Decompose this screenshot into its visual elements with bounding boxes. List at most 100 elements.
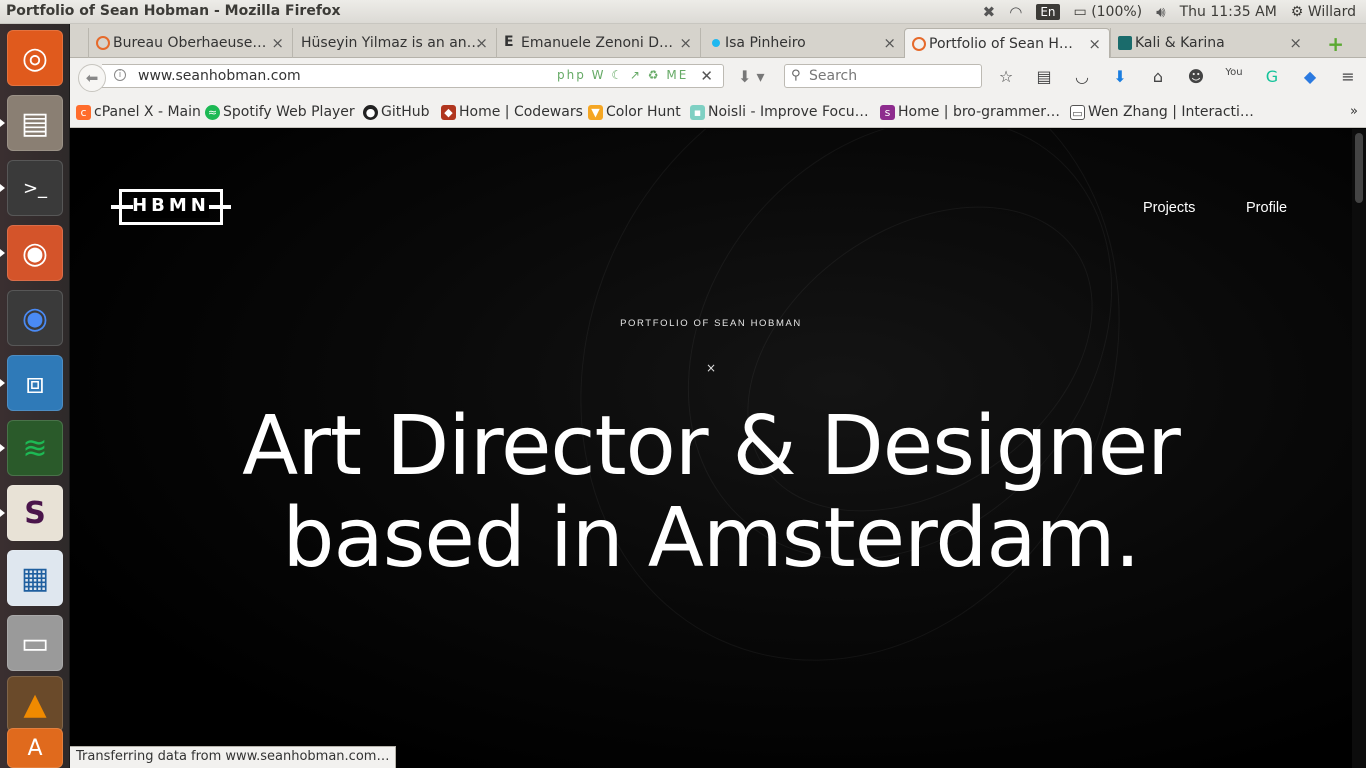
vlc-icon[interactable]: ▲ xyxy=(7,676,63,732)
bookmark-github[interactable]: ● GitHub xyxy=(363,104,430,120)
bookmark-spotify[interactable]: ≈ Spotify Web Player xyxy=(205,104,355,120)
nav-projects[interactable]: Projects xyxy=(1143,200,1195,216)
window-title: Portfolio of Sean Hobman - Mozilla Firef… xyxy=(6,3,341,19)
spotify-icon[interactable]: ≋ xyxy=(7,420,63,476)
github-icon: ● xyxy=(363,104,378,120)
tab-portfolio-active[interactable]: Portfolio of Sean H… × xyxy=(904,28,1110,59)
close-icon[interactable]: × xyxy=(883,34,896,52)
running-indicator xyxy=(0,249,5,257)
impress-icon[interactable]: ▦ xyxy=(7,550,63,606)
running-indicator xyxy=(0,184,5,192)
bookmark-codewars[interactable]: ◆ Home | Codewars xyxy=(441,104,583,120)
volume-icon[interactable]: 🔊︎ xyxy=(1156,3,1165,21)
firefox-icon[interactable]: ◉ xyxy=(7,225,63,281)
tab-isa[interactable]: Isa Pinheiro × xyxy=(700,28,904,58)
url-text[interactable]: www.seanhobman.com xyxy=(138,68,301,84)
home-icon[interactable]: ⌂ xyxy=(1148,67,1168,86)
terminal-icon[interactable]: >_ xyxy=(7,160,63,216)
url-bar[interactable]: i www.seanhobman.com php W ☾ ↗ ♻ ME ✕ xyxy=(102,64,724,88)
calendar-icon: ▭ xyxy=(1070,104,1085,120)
search-placeholder: Search xyxy=(809,68,858,84)
new-tab-plus-icon[interactable]: + xyxy=(1327,32,1344,56)
status-bar: Transferring data from www.seanhobman.co… xyxy=(70,746,397,768)
bookmark-label: Wen Zhang | Interacti… xyxy=(1088,104,1254,120)
close-icon[interactable]: × xyxy=(271,34,284,52)
bookmark-noisli[interactable]: ▪ Noisli - Improve Focu… xyxy=(690,104,869,120)
headline-line-2: based in Amsterdam. xyxy=(282,491,1140,586)
loading-icon xyxy=(912,37,926,51)
files-icon[interactable]: ▤ xyxy=(7,95,63,151)
download-arrow-icon[interactable]: ⬇ ▾ xyxy=(738,67,765,86)
extension-icon[interactable]: ◆ xyxy=(1300,67,1320,86)
battery-indicator[interactable]: ▭ (100%) xyxy=(1074,4,1143,20)
grammarly-icon[interactable]: G xyxy=(1262,67,1282,86)
spotify-icon: ≈ xyxy=(205,104,220,120)
tab-emanuele[interactable]: E Emanuele Zenoni D… × xyxy=(496,28,700,58)
close-icon[interactable]: × xyxy=(679,34,692,52)
nav-profile[interactable]: Profile xyxy=(1246,200,1287,216)
stop-icon[interactable]: ✕ xyxy=(700,67,713,85)
running-indicator xyxy=(0,509,5,517)
user-menu[interactable]: ⚙ Willard xyxy=(1291,4,1356,20)
tab-favicon xyxy=(96,36,110,50)
page-scrollbar[interactable] xyxy=(1352,129,1366,768)
close-icon[interactable]: × xyxy=(475,34,488,52)
menu-icon[interactable]: ≡ xyxy=(1338,67,1358,86)
tab-title: Emanuele Zenoni D… xyxy=(521,35,674,51)
chat-icon[interactable]: ☻ xyxy=(1186,67,1206,86)
pocket-icon[interactable]: ◡ xyxy=(1072,67,1092,86)
search-box[interactable]: ⚲ Search xyxy=(784,64,982,88)
battery-level: (100%) xyxy=(1091,4,1143,20)
codewars-icon: ◆ xyxy=(441,104,456,120)
tab-title: Hüseyin Yilmaz is an an… xyxy=(301,35,481,51)
clock[interactable]: Thu 11:35 AM xyxy=(1180,4,1277,20)
slack-icon[interactable]: S xyxy=(7,485,63,541)
back-button[interactable]: ⬅ xyxy=(78,64,106,92)
brackets-icon[interactable]: ⧈ xyxy=(7,355,63,411)
disks-icon[interactable]: ▭ xyxy=(7,615,63,671)
user-name: Willard xyxy=(1307,4,1356,20)
noisli-icon: ▪ xyxy=(690,104,705,120)
info-icon[interactable]: i xyxy=(114,69,126,81)
network-off-icon[interactable]: ✖ xyxy=(983,3,996,21)
site-logo[interactable]: HBMN xyxy=(111,189,231,225)
tab-title: Kali & Karina xyxy=(1135,35,1225,51)
search-icon: ⚲ xyxy=(791,68,801,83)
navigation-toolbar: i www.seanhobman.com php W ☾ ↗ ♻ ME ✕ ⬅ … xyxy=(70,58,1366,96)
bro-grammer-icon: s xyxy=(880,104,895,120)
bookmark-star-icon[interactable]: ☆ xyxy=(996,67,1016,86)
system-top-panel: Portfolio of Sean Hobman - Mozilla Firef… xyxy=(0,0,1366,24)
bookmark-cpanel[interactable]: c cPanel X - Main xyxy=(76,104,201,120)
reading-list-icon[interactable]: ▤ xyxy=(1034,67,1054,86)
youtube-icon[interactable]: You xyxy=(1224,67,1244,86)
bookmark-bro-grammer[interactable]: s Home | bro-grammer… xyxy=(880,104,1060,120)
dot-icon xyxy=(712,39,720,47)
chrome-icon[interactable]: ◉ xyxy=(7,290,63,346)
bookmark-label: GitHub xyxy=(381,104,430,120)
separator-x: × xyxy=(705,361,717,375)
gear-icon: ⚙ xyxy=(1290,4,1304,20)
chevron-right-icon[interactable]: » xyxy=(1350,104,1358,119)
bookmarks-bar: c cPanel X - Main ≈ Spotify Web Player ● Gi… xyxy=(70,96,1366,128)
keyboard-layout[interactable]: En xyxy=(1036,4,1060,20)
bookmark-color-hunt[interactable]: ▼ Color Hunt xyxy=(588,104,681,120)
headline-line-1: Art Director & Designer xyxy=(242,399,1181,494)
bookmark-wen-zhang[interactable]: ▭ Wen Zhang | Interacti… xyxy=(1070,104,1254,120)
tab-title: Isa Pinheiro xyxy=(725,35,806,51)
tab-title: Portfolio of Sean H… xyxy=(929,36,1073,52)
unity-launcher: ◎ ▤ >_ ◉ ◉ ⧈ ≋ S ▦ ▭ ▲ A xyxy=(0,24,70,768)
close-icon[interactable]: × xyxy=(1088,35,1101,53)
wifi-icon[interactable]: ◠ xyxy=(1009,3,1022,21)
tab-title: Bureau Oberhaeuse… xyxy=(113,35,267,51)
bookmark-label: Home | bro-grammer… xyxy=(898,104,1061,120)
software-center-icon[interactable]: A xyxy=(7,728,63,768)
tab-kali[interactable]: Kali & Karina × xyxy=(1110,28,1310,58)
addon-icons[interactable]: php W ☾ ↗ ♻ ME xyxy=(557,68,688,82)
tab-huseyin[interactable]: Hüseyin Yilmaz is an an… × xyxy=(292,28,496,58)
tab-bureau[interactable]: Bureau Oberhaeuse… × xyxy=(88,28,292,58)
downloads-icon[interactable]: ⬇ xyxy=(1110,67,1130,86)
ubuntu-dash-icon[interactable]: ◎ xyxy=(7,30,63,86)
bookmark-label: Spotify Web Player xyxy=(223,104,355,120)
scrollbar-thumb[interactable] xyxy=(1355,133,1363,203)
close-icon[interactable]: × xyxy=(1289,34,1302,52)
